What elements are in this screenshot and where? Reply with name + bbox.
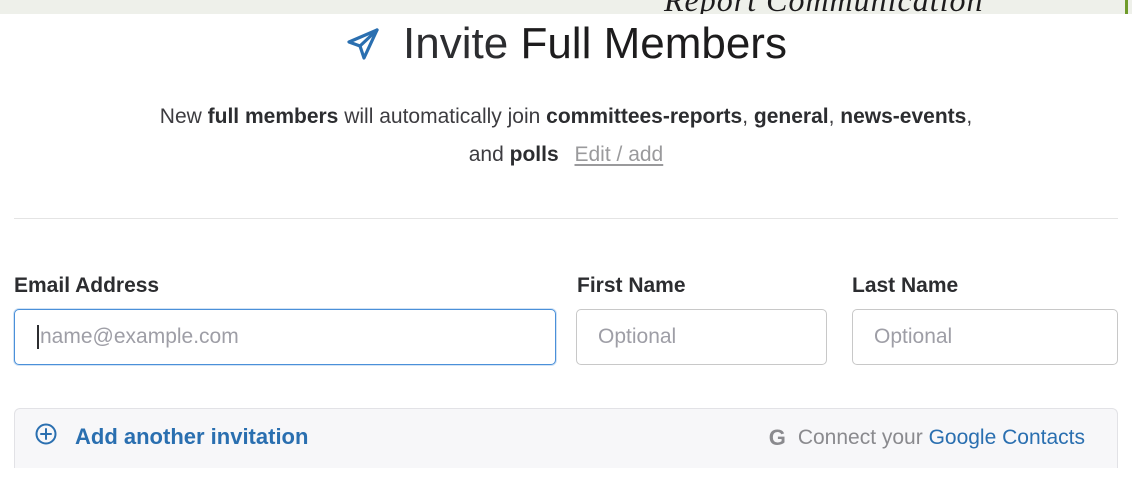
modal-title: Invite Full Members: [403, 19, 787, 69]
desc-member-type: full members: [207, 105, 339, 128]
invite-description: New full members will automatically join…: [0, 98, 1132, 174]
edit-channels-link[interactable]: Edit / add: [575, 143, 664, 166]
connect-text: Connect your: [797, 426, 923, 449]
channel-news-events: news-events: [840, 105, 967, 128]
first-name-placeholder: Optional: [598, 325, 677, 348]
invite-footer: Add another invitation G Connect your Go…: [14, 408, 1118, 468]
google-contacts-link[interactable]: Google Contacts: [929, 426, 1085, 449]
desc-separator: ,: [828, 105, 835, 128]
desc-and: and: [468, 143, 504, 166]
text-caret: [37, 325, 39, 349]
first-name-input[interactable]: Optional: [576, 309, 827, 365]
desc-separator: ,: [966, 105, 973, 128]
last-name-placeholder: Optional: [874, 325, 953, 348]
plus-circle-icon: [35, 423, 57, 450]
paper-plane-icon: [345, 26, 381, 62]
channel-committees-reports: committees-reports: [546, 105, 743, 128]
background-window-strip: Report Communication: [0, 0, 1132, 14]
channel-general: general: [753, 105, 829, 128]
email-label: Email Address: [14, 274, 160, 297]
email-placeholder: name@example.com: [40, 325, 239, 348]
title-light-part: Invite: [403, 19, 509, 68]
title-bold-part: Full Members: [520, 19, 787, 68]
desc-intro: New: [159, 105, 202, 128]
add-invitation-label: Add another invitation: [75, 423, 309, 449]
email-input[interactable]: name@example.com: [14, 309, 556, 365]
last-name-label: Last Name: [852, 274, 959, 297]
google-g-icon: G: [768, 425, 786, 450]
first-name-label: First Name: [577, 274, 686, 297]
last-name-input[interactable]: Optional: [852, 309, 1118, 365]
section-divider: [14, 218, 1118, 219]
desc-separator: ,: [742, 105, 749, 128]
background-cut-text: Report Communication: [664, 0, 984, 14]
connect-google-contacts[interactable]: G Connect your Google Contacts: [769, 425, 1085, 451]
desc-middle: will automatically join: [344, 105, 541, 128]
channel-polls: polls: [509, 143, 559, 166]
modal-header: Invite Full Members: [0, 14, 1132, 74]
add-another-invitation-button[interactable]: Add another invitation: [35, 423, 308, 450]
